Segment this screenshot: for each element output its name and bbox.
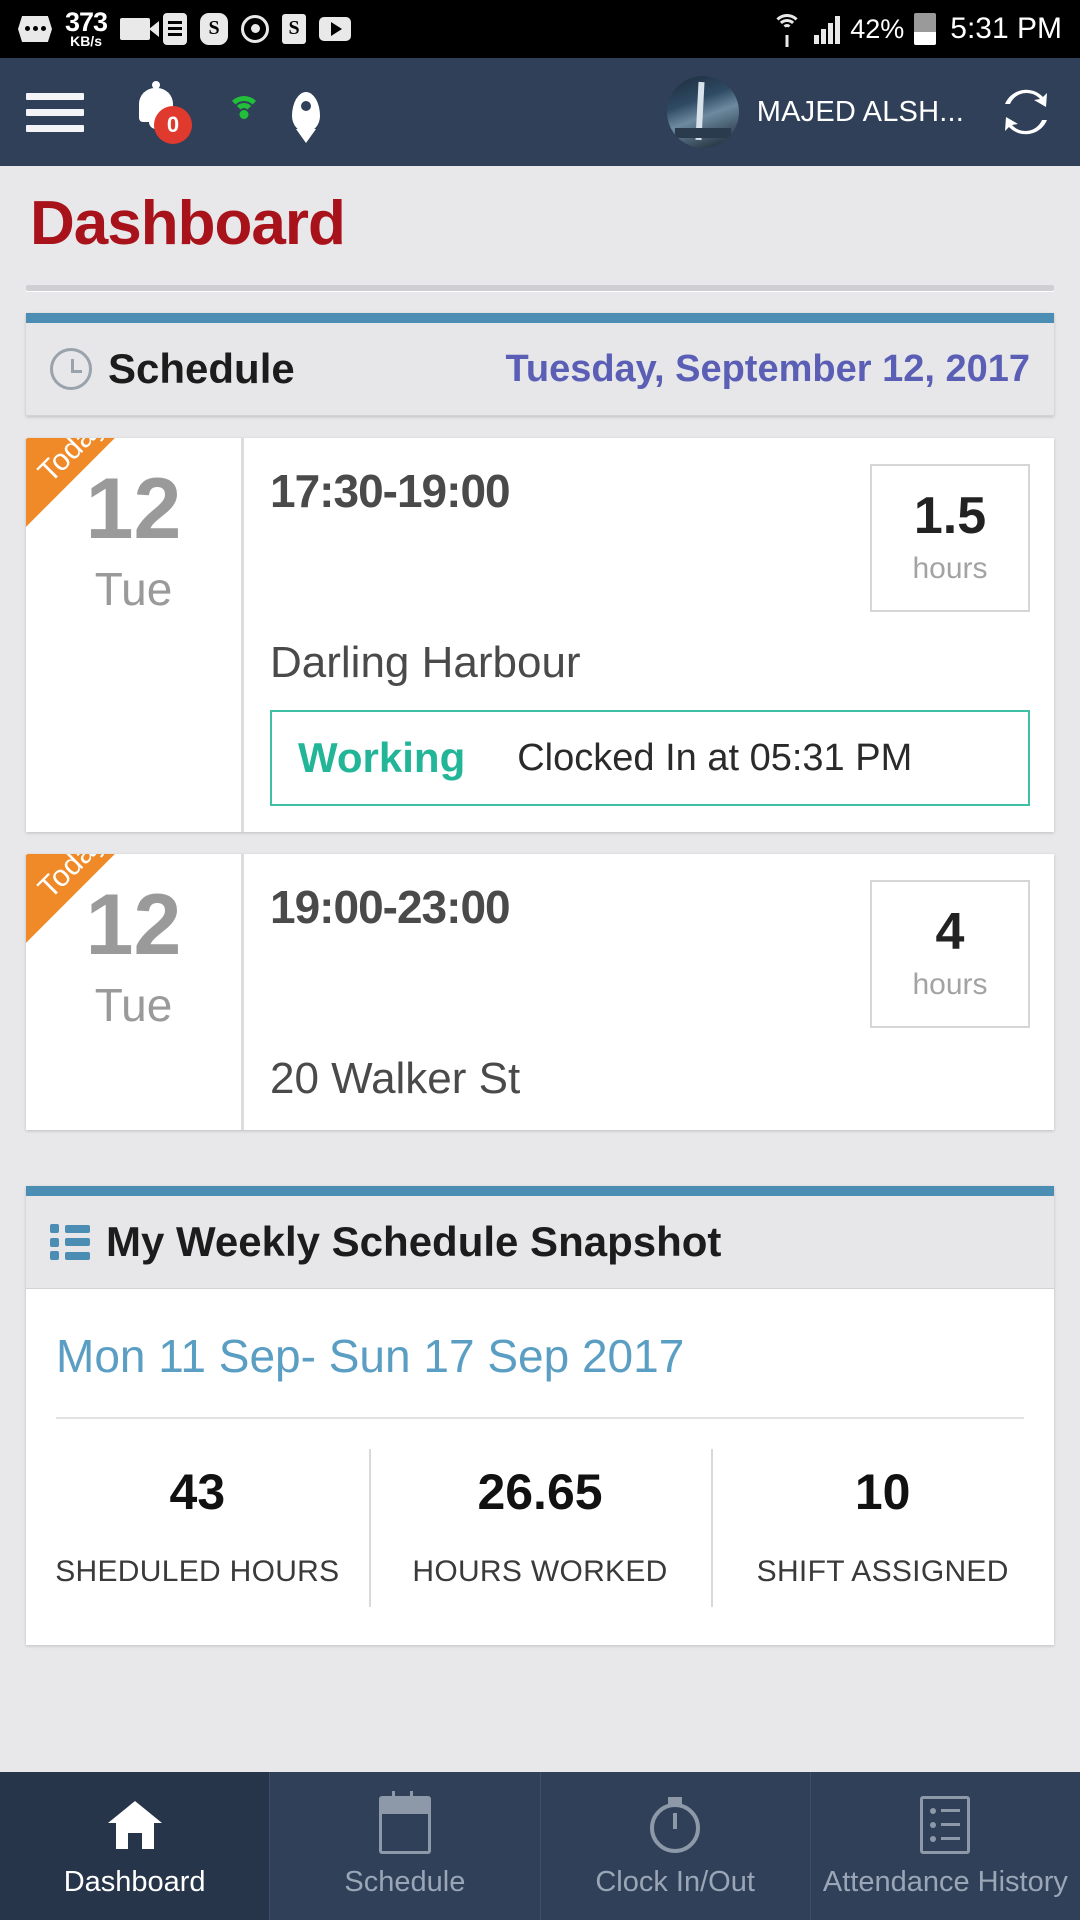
page-title: Dashboard [30, 189, 346, 258]
refresh-icon[interactable] [998, 84, 1054, 140]
weekly-stats: 43 SHEDULED HOURS 26.65 HOURS WORKED 10 … [26, 1419, 1054, 1645]
list-icon [50, 1224, 90, 1260]
shift-day-name: Tue [94, 979, 173, 1031]
shift-card[interactable]: Today 12 Tue 19:00-23:00 4 hours 20 Walk… [26, 854, 1054, 1130]
notification-button[interactable]: 0 [132, 81, 192, 144]
network-speed-value: 373 [65, 7, 108, 38]
status-badge: Working [298, 734, 466, 781]
shift-hours-box: 1.5 hours [870, 464, 1030, 612]
stat-label: SHIFT ASSIGNED [756, 1555, 1009, 1588]
stat-shift-assigned: 10 SHIFT ASSIGNED [711, 1449, 1054, 1607]
shift-date: 12 Tue [26, 438, 241, 832]
stat-value: 10 [854, 1464, 911, 1520]
app-header: 0 MAJED ALSH... [0, 58, 1080, 166]
battery-icon [914, 13, 937, 45]
wifi-icon [770, 14, 804, 47]
shift-hours-label: hours [912, 552, 988, 585]
home-icon [106, 1794, 164, 1856]
nav-label: Attendance History [822, 1865, 1068, 1898]
gps-target-icon [241, 14, 270, 43]
clock-in-detail: Clocked In at 05:31 PM [517, 736, 913, 779]
panel-accent-bar [26, 1186, 1054, 1196]
nav-item-clock-in-out[interactable]: Clock In/Out [541, 1772, 811, 1920]
title-divider [26, 285, 1054, 291]
panel-accent-bar [26, 313, 1054, 323]
nav-label: Dashboard [63, 1865, 206, 1898]
shift-card[interactable]: Today 12 Tue 17:30-19:00 1.5 hours Darli… [26, 438, 1054, 832]
more-dots-icon [18, 15, 52, 42]
shift-day-name: Tue [94, 563, 173, 615]
clock-icon [50, 348, 92, 390]
stat-hours-worked: 26.65 HOURS WORKED [368, 1449, 712, 1607]
sync-s-icon: S [200, 12, 229, 45]
schedule-date: Tuesday, September 12, 2017 [505, 347, 1030, 390]
username-label: MAJED ALSH... [756, 95, 964, 128]
hamburger-menu-icon[interactable] [26, 92, 84, 132]
nav-label: Clock In/Out [595, 1865, 755, 1898]
schedule-panel: Schedule Tuesday, September 12, 2017 [26, 313, 1054, 416]
nav-item-dashboard[interactable]: Dashboard [0, 1772, 271, 1920]
stat-label: HOURS WORKED [412, 1555, 668, 1588]
shift-body: 17:30-19:00 1.5 hours Darling Harbour Wo… [241, 438, 1054, 832]
shift-body: 19:00-23:00 4 hours 20 Walker St [241, 854, 1054, 1130]
location-pin-icon[interactable] [292, 92, 320, 143]
stopwatch-icon [650, 1794, 701, 1856]
battery-percent: 42% [850, 13, 905, 44]
shift-hours-box: 4 hours [870, 880, 1030, 1028]
shift-time-range: 17:30-19:00 [270, 465, 511, 517]
shift-status-row[interactable]: Working Clocked In at 05:31 PM [270, 710, 1030, 806]
network-speed-unit: KB/s [70, 32, 102, 49]
user-zone[interactable]: MAJED ALSH... [666, 76, 1054, 148]
video-camera-icon [120, 17, 160, 40]
list-card-icon [163, 12, 188, 45]
signal-icon [814, 14, 841, 44]
calendar-icon [378, 1790, 431, 1856]
snapshot-panel-header: My Weekly Schedule Snapshot [26, 1196, 1054, 1289]
nav-label: Schedule [344, 1865, 466, 1898]
status-bar: 373 KB/s S S 42% 5:31 PM [0, 0, 1080, 58]
avatar[interactable] [666, 76, 739, 148]
list-lines-icon [920, 1794, 971, 1856]
stat-label: SHEDULED HOURS [55, 1555, 340, 1588]
bottom-navigation: Dashboard Schedule Clock In/Out Attendan… [0, 1772, 1080, 1920]
week-range-label[interactable]: Mon 11 Sep- Sun 17 Sep 2017 [26, 1289, 1054, 1417]
shift-hours-label: hours [912, 968, 988, 1001]
shift-hours-value: 4 [935, 903, 965, 961]
snapshot-panel: My Weekly Schedule Snapshot Mon 11 Sep- … [26, 1186, 1054, 1645]
wifi-green-icon[interactable] [226, 96, 262, 126]
nav-item-schedule[interactable]: Schedule [270, 1772, 541, 1920]
schedule-panel-header: Schedule Tuesday, September 12, 2017 [26, 323, 1054, 416]
network-speed: 373 KB/s [65, 7, 108, 49]
notification-badge: 0 [154, 106, 192, 144]
stat-value: 26.65 [477, 1464, 603, 1520]
stat-value: 43 [169, 1464, 226, 1520]
shift-time-range: 19:00-23:00 [270, 881, 511, 933]
s-badge-icon: S [282, 13, 307, 44]
nav-item-attendance-history[interactable]: Attendance History [811, 1772, 1080, 1920]
shift-hours-value: 1.5 [913, 487, 987, 545]
snapshot-panel-title: My Weekly Schedule Snapshot [106, 1218, 722, 1265]
shift-location: Darling Harbour [270, 638, 581, 687]
play-icon [319, 16, 352, 41]
schedule-panel-title: Schedule [108, 345, 295, 392]
shift-location: 20 Walker St [270, 1054, 521, 1103]
status-time: 5:31 PM [950, 12, 1062, 45]
page-content: Dashboard Schedule Tuesday, September 12… [0, 166, 1080, 1645]
stat-scheduled-hours: 43 SHEDULED HOURS [26, 1463, 369, 1589]
